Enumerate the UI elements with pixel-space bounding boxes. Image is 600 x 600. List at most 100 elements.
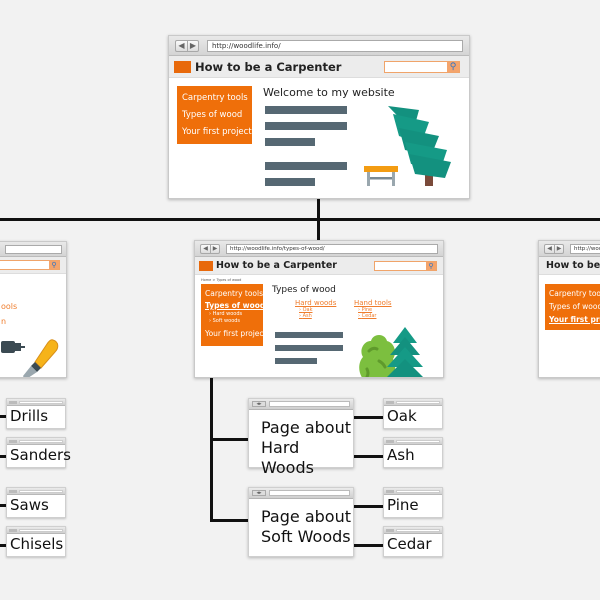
site-title: How to be a Carpenter — [195, 59, 342, 74]
mini-url — [19, 400, 63, 404]
link-cedar[interactable]: › Cedar — [354, 313, 392, 319]
nav-first-project[interactable]: Your first project — [205, 327, 266, 341]
search-box[interactable]: ⚲ — [384, 60, 460, 73]
site-title: How to be a Carpenter — [216, 260, 337, 271]
search-icon[interactable]: ⚲ — [447, 61, 459, 72]
link-label: Ash — [302, 313, 312, 319]
nav-partial-wood[interactable]: n — [1, 317, 6, 326]
page-hard-woods[interactable]: ◂▸ Page about Hard Woods — [248, 398, 354, 477]
mini-nav — [386, 400, 394, 404]
search-icon[interactable]: ⚲ — [49, 261, 59, 269]
types-of-wood-window: ◀ ▶ http://woodlife.info/types-of-wood/ … — [194, 240, 444, 378]
page-label-line2: Hard Woods — [261, 438, 314, 477]
nav-carpentry-tools[interactable]: Carpentry tools — [549, 287, 600, 300]
page-label-line2: Soft Woods — [261, 527, 351, 546]
connector-center-down — [317, 220, 320, 240]
site-header: How to be a Carpenter ⚲ — [195, 257, 443, 275]
connector-wood-vertical — [210, 376, 213, 522]
search-input[interactable] — [385, 62, 447, 72]
link-label: Cedar — [361, 313, 377, 319]
breadcrumb[interactable]: Home > Types of wood — [201, 278, 241, 282]
link-hand-tools[interactable]: Hand tools — [354, 299, 392, 307]
nav-sub-label: Hard woods — [212, 311, 243, 317]
right-nav: Carpentry tools Types of wood Your first… — [545, 284, 600, 330]
link-hard-woods[interactable]: Hard woods — [295, 299, 336, 307]
page-label: Drills — [10, 407, 49, 425]
page-url — [269, 401, 350, 407]
mini-url — [19, 439, 63, 443]
nav-types-of-wood[interactable]: Types of wood — [205, 300, 265, 311]
text-bar — [265, 106, 347, 114]
site-header: ⚲ — [0, 257, 66, 274]
site-header: How to be a Carpenter ⚲ — [169, 56, 469, 78]
nav-types-of-wood[interactable]: Types of wood — [182, 107, 247, 124]
center-nav: Carpentry tools Types of wood › Hard woo… — [201, 284, 266, 346]
page-saws[interactable]: Saws — [6, 487, 66, 518]
mini-url — [396, 400, 440, 404]
mini-nav — [9, 489, 17, 493]
mini-nav — [386, 489, 394, 493]
text-bar — [275, 332, 343, 338]
address-bar[interactable]: http://woodlife.info/types-of-wood/ — [226, 243, 438, 254]
page-oak[interactable]: Oak — [383, 398, 443, 429]
nav-sub-soft-woods[interactable]: › Soft woods — [205, 318, 259, 325]
page-ash[interactable]: Ash — [383, 437, 443, 468]
address-bar[interactable]: http://woodlife.info/ — [570, 243, 600, 254]
back-icon[interactable]: ◀ — [545, 245, 554, 253]
mini-url — [19, 489, 63, 493]
home-page-window: ◀ ▶ http://woodlife.info/ How to be a Ca… — [168, 35, 470, 199]
search-icon[interactable]: ⚲ — [426, 261, 436, 270]
page-label: Ash — [387, 446, 415, 464]
page-drills[interactable]: Drills — [6, 398, 66, 429]
nav-sub-label: Soft woods — [212, 318, 241, 324]
text-bar — [265, 162, 347, 170]
search-box[interactable]: ⚲ — [0, 260, 60, 270]
address-bar[interactable] — [5, 244, 62, 254]
mini-chrome — [7, 438, 65, 445]
mini-url — [396, 528, 440, 532]
connector-softwood — [210, 519, 250, 522]
mini-chrome — [7, 488, 65, 495]
back-icon[interactable]: ◀ — [201, 245, 210, 253]
mini-url — [396, 439, 440, 443]
page-label: Saws — [10, 496, 49, 514]
page-label: Oak — [387, 407, 417, 425]
mini-chrome — [7, 399, 65, 406]
page-label: Sanders — [10, 446, 71, 464]
search-box[interactable]: ⚲ — [374, 260, 437, 271]
connector-cedar — [354, 544, 384, 547]
address-bar[interactable]: http://woodlife.info/ — [207, 39, 463, 52]
page-nav-buttons: ◂▸ — [252, 490, 266, 496]
mini-chrome — [384, 488, 442, 495]
page-label-line1: Page about — [261, 507, 351, 526]
page-chisels[interactable]: Chisels — [6, 526, 66, 557]
back-icon[interactable]: ◀ — [176, 41, 187, 51]
page-sanders[interactable]: Sanders — [6, 437, 71, 468]
link-ash[interactable]: › Ash — [295, 313, 336, 319]
page-cedar[interactable]: Cedar — [383, 526, 443, 557]
page-heading: Types of wood — [272, 285, 336, 295]
page-pine[interactable]: Pine — [383, 487, 443, 518]
page-soft-woods[interactable]: ◂▸ Page about Soft Woods — [248, 487, 354, 557]
nav-first-project[interactable]: Your first project — [549, 313, 600, 326]
page-chrome: ◂▸ — [249, 488, 353, 499]
connector-home-down — [317, 198, 320, 220]
nav-types-of-wood[interactable]: Types of wood — [549, 300, 600, 313]
nav-carpentry-tools[interactable]: Carpentry tools — [205, 287, 263, 300]
forward-icon[interactable]: ▶ — [210, 244, 219, 253]
nav-partial-tools[interactable]: ools — [1, 302, 17, 311]
mini-url — [19, 528, 63, 532]
connector-horizontal-main — [0, 218, 600, 221]
forward-icon[interactable]: ▶ — [187, 40, 198, 51]
search-input[interactable] — [0, 261, 49, 269]
site-header: How to be a Carpenter — [539, 257, 600, 275]
mini-nav — [9, 400, 17, 404]
nav-sub-hard-woods[interactable]: › Hard woods — [205, 311, 259, 318]
nav-first-project[interactable]: Your first project — [182, 124, 252, 141]
mini-chrome — [7, 527, 65, 534]
mini-nav — [9, 528, 17, 532]
search-input[interactable] — [375, 262, 426, 270]
nav-carpentry-tools[interactable]: Carpentry tools — [182, 90, 248, 107]
forward-icon[interactable]: ▶ — [554, 244, 563, 253]
connector-ash — [354, 455, 384, 458]
